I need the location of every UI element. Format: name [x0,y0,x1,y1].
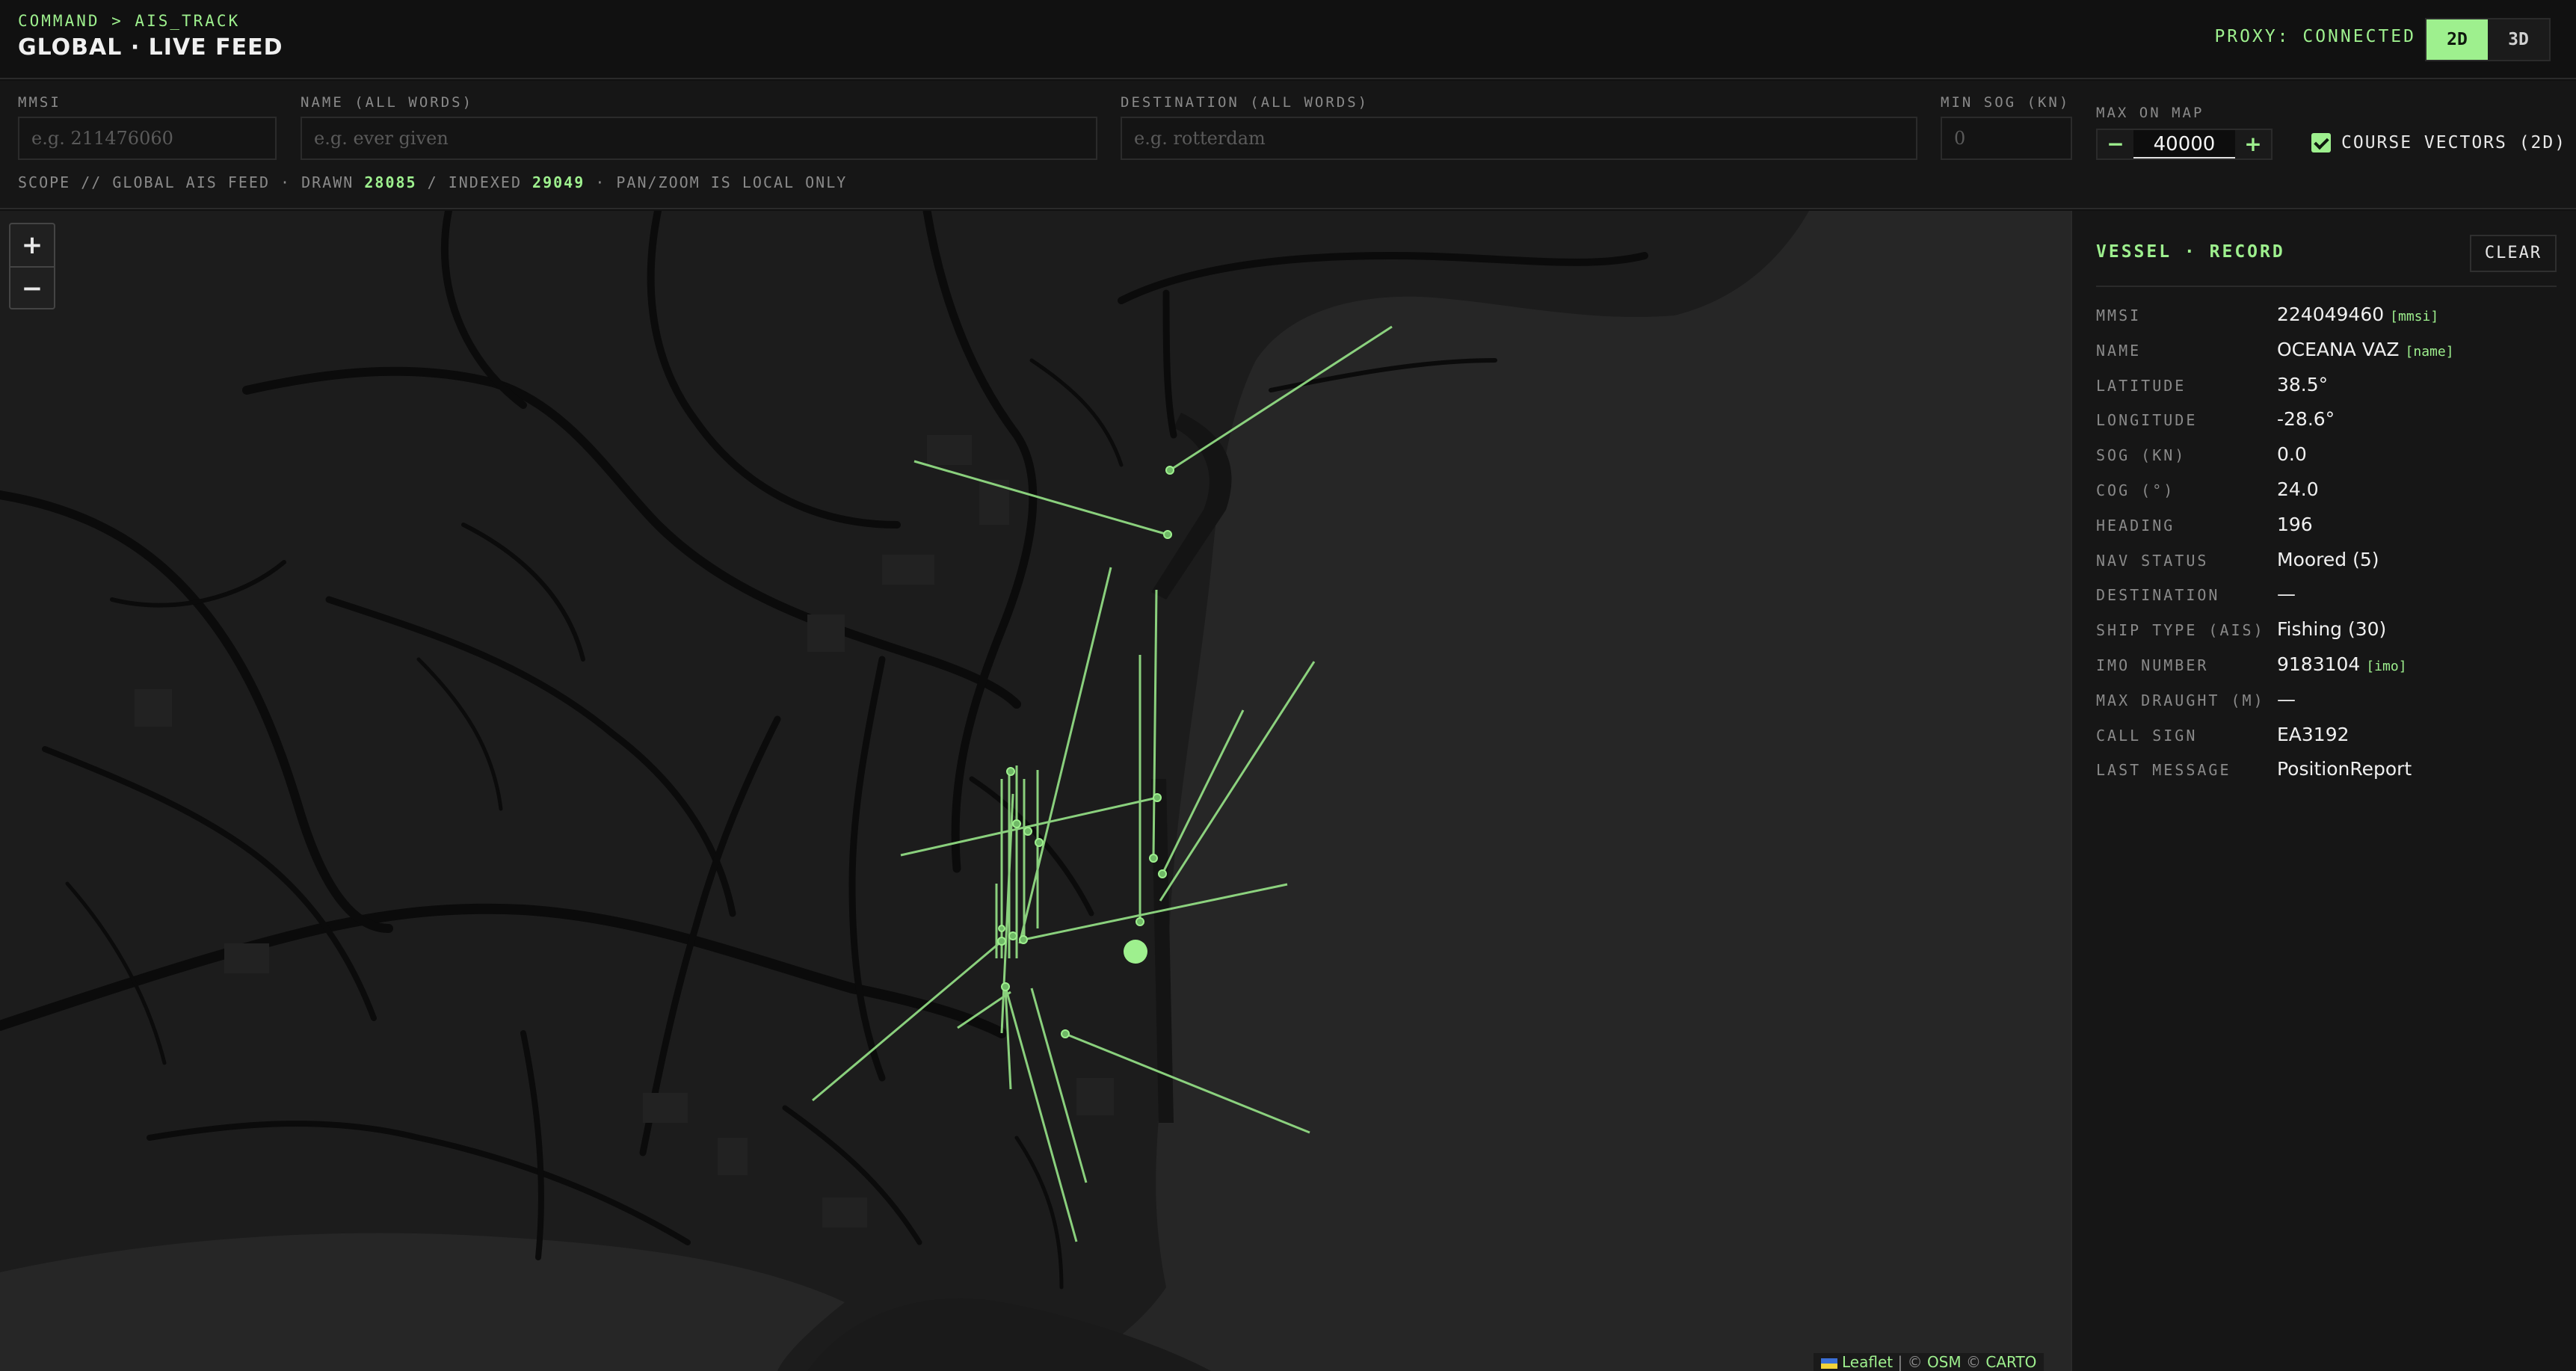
leaflet-link[interactable]: Leaflet [1842,1353,1893,1371]
drawn-count: 28085 [364,173,417,191]
mmsi-tag[interactable]: [mmsi] [2390,309,2438,324]
record-key: LAST MESSAGE [2096,761,2231,780]
name-filter-input[interactable]: e.g. ever given [301,117,1097,160]
record-key: DESTINATION [2096,586,2220,605]
indexed-label: / INDEXED [427,173,522,191]
name-value: OCEANA VAZ [2277,338,2400,360]
course-vectors-label: COURSE VECTORS (2D) [2341,133,2567,152]
mmsi-value: 224049460 [2277,304,2385,325]
zoom-out-button[interactable]: − [10,266,54,308]
ukraine-flag-icon [1821,1358,1837,1369]
view-2d-button[interactable]: 2D [2426,19,2488,60]
call-sign-value: EA3192 [2277,723,2349,745]
record-key: MMSI [2096,306,2142,324]
ship-type-value: Fishing (30) [2277,618,2387,641]
record-key: HEADING [2096,516,2175,534]
record-key: LONGITUDE [2096,411,2198,430]
selected-vessel-marker [1124,940,1147,964]
name-tag[interactable]: [name] [2406,344,2454,360]
imo-value: 9183104 [2277,653,2361,675]
mmsi-filter-input[interactable]: e.g. 211476060 [18,117,277,160]
min-sog-filter-label: MIN SOG (KN) [1941,94,2071,111]
zoom-in-button[interactable]: + [10,224,54,266]
scope-readout: SCOPE // GLOBAL AIS FEED · DRAWN 28085 /… [18,173,847,191]
draught-value: — [2277,688,2296,710]
record-value: 224049460 [mmsi] [2277,304,2438,325]
record-key: SHIP TYPE (AIS) [2096,621,2265,640]
increment-button[interactable]: + [2235,130,2271,158]
view-mode-toggle: 2D 3D [2425,18,2551,61]
map-tiles [0,211,1809,1371]
course-vectors-checkbox[interactable] [2311,133,2331,152]
record-value: 9183104 [imo] [2277,653,2407,675]
osm-link[interactable]: OSM [1927,1353,1962,1371]
record-key: SOG (KN) [2096,446,2187,465]
panel-divider [2096,286,2557,287]
view-3d-button[interactable]: 3D [2488,19,2549,60]
record-row-cog: COG (°) 24.0 [2096,478,2557,517]
carto-link[interactable]: CARTO [1985,1353,2036,1371]
attribution-separator: | [1897,1353,1903,1371]
record-key: LATITUDE [2096,376,2187,395]
nav-status-value: Moored (5) [2277,548,2379,570]
record-row-last-message: LAST MESSAGE PositionReport [2096,758,2557,796]
latitude-value: 38.5° [2277,373,2329,395]
clear-button[interactable]: CLEAR [2470,235,2557,272]
name-filter-label: NAME (ALL WORDS) [301,94,474,111]
longitude-value: -28.6° [2277,408,2335,431]
min-sog-filter-input[interactable]: 0 [1941,117,2072,160]
record-row-destination: DESTINATION — [2096,583,2557,621]
record-row-imo: IMO NUMBER 9183104 [imo] [2096,653,2557,691]
cog-value: 24.0 [2277,478,2319,500]
destination-filter-input[interactable]: e.g. rotterdam [1121,117,1917,160]
vessel-record-panel: VESSEL · RECORD CLEAR MMSI 224049460 [mmsi… [2071,211,2576,1371]
panel-title: VESSEL · RECORD [2096,242,2285,262]
destination-filter-label: DESTINATION (ALL WORDS) [1121,94,1369,111]
record-key: MAX DRAUGHT (M) [2096,691,2265,709]
record-key: CALL SIGN [2096,726,2198,745]
record-key: NAV STATUS [2096,551,2209,570]
heading-value: 196 [2277,513,2313,535]
top-header: COMMAND > AIS_TRACK GLOBAL · LIVE FEED P… [0,0,2576,79]
proxy-status: PROXY: CONNECTED [2214,27,2416,46]
page-title: GLOBAL · LIVE FEED [18,34,283,61]
sog-value: 0.0 [2277,443,2307,466]
record-row-latitude: LATITUDE 38.5° [2096,373,2557,412]
record-row-ship-type: SHIP TYPE (AIS) Fishing (30) [2096,618,2557,656]
record-rows: MMSI 224049460 [mmsi] NAME OCEANA VAZ [name]… [2096,304,2557,796]
scope-prefix: SCOPE // GLOBAL AIS FEED · DRAWN [18,173,354,191]
record-row-heading: HEADING 196 [2096,513,2557,552]
destination-value: — [2277,583,2296,606]
course-vectors-toggle[interactable]: COURSE VECTORS (2D) [2311,133,2566,152]
map-attribution: Leaflet | © OSM © CARTO [1814,1353,2045,1371]
record-row-nav-status: NAV STATUS Moored (5) [2096,548,2557,587]
record-row-mmsi: MMSI 224049460 [mmsi] [2096,304,2557,342]
record-row-longitude: LONGITUDE -28.6° [2096,408,2557,446]
carto-copyright: © [1966,1353,1981,1371]
max-on-map-stepper: − 40000 + [2096,129,2273,160]
imo-tag[interactable]: [imo] [2366,659,2406,674]
record-row-sog: SOG (KN) 0.0 [2096,443,2557,481]
osm-copyright: © [1907,1353,1923,1371]
record-row-draught: MAX DRAUGHT (M) — [2096,688,2557,727]
record-row-call-sign: CALL SIGN EA3192 [2096,723,2557,762]
record-key: IMO NUMBER [2096,656,2209,674]
mmsi-filter-label: MMSI [18,94,61,111]
map-canvas[interactable] [0,211,2071,1371]
breadcrumb: COMMAND > AIS_TRACK [18,12,241,30]
max-on-map-input[interactable]: 40000 [2133,130,2235,158]
record-key: COG (°) [2096,481,2175,499]
max-on-map-label: MAX ON MAP [2096,105,2204,121]
record-value: OCEANA VAZ [name] [2277,339,2454,360]
last-message-value: PositionReport [2277,758,2412,780]
decrement-button[interactable]: − [2098,130,2133,158]
indexed-count: 29049 [532,173,585,191]
record-key: NAME [2096,341,2142,360]
record-row-name: NAME OCEANA VAZ [name] [2096,339,2557,377]
zoom-control: + − [9,223,55,309]
scope-suffix: · PAN/ZOOM IS LOCAL ONLY [595,173,848,191]
